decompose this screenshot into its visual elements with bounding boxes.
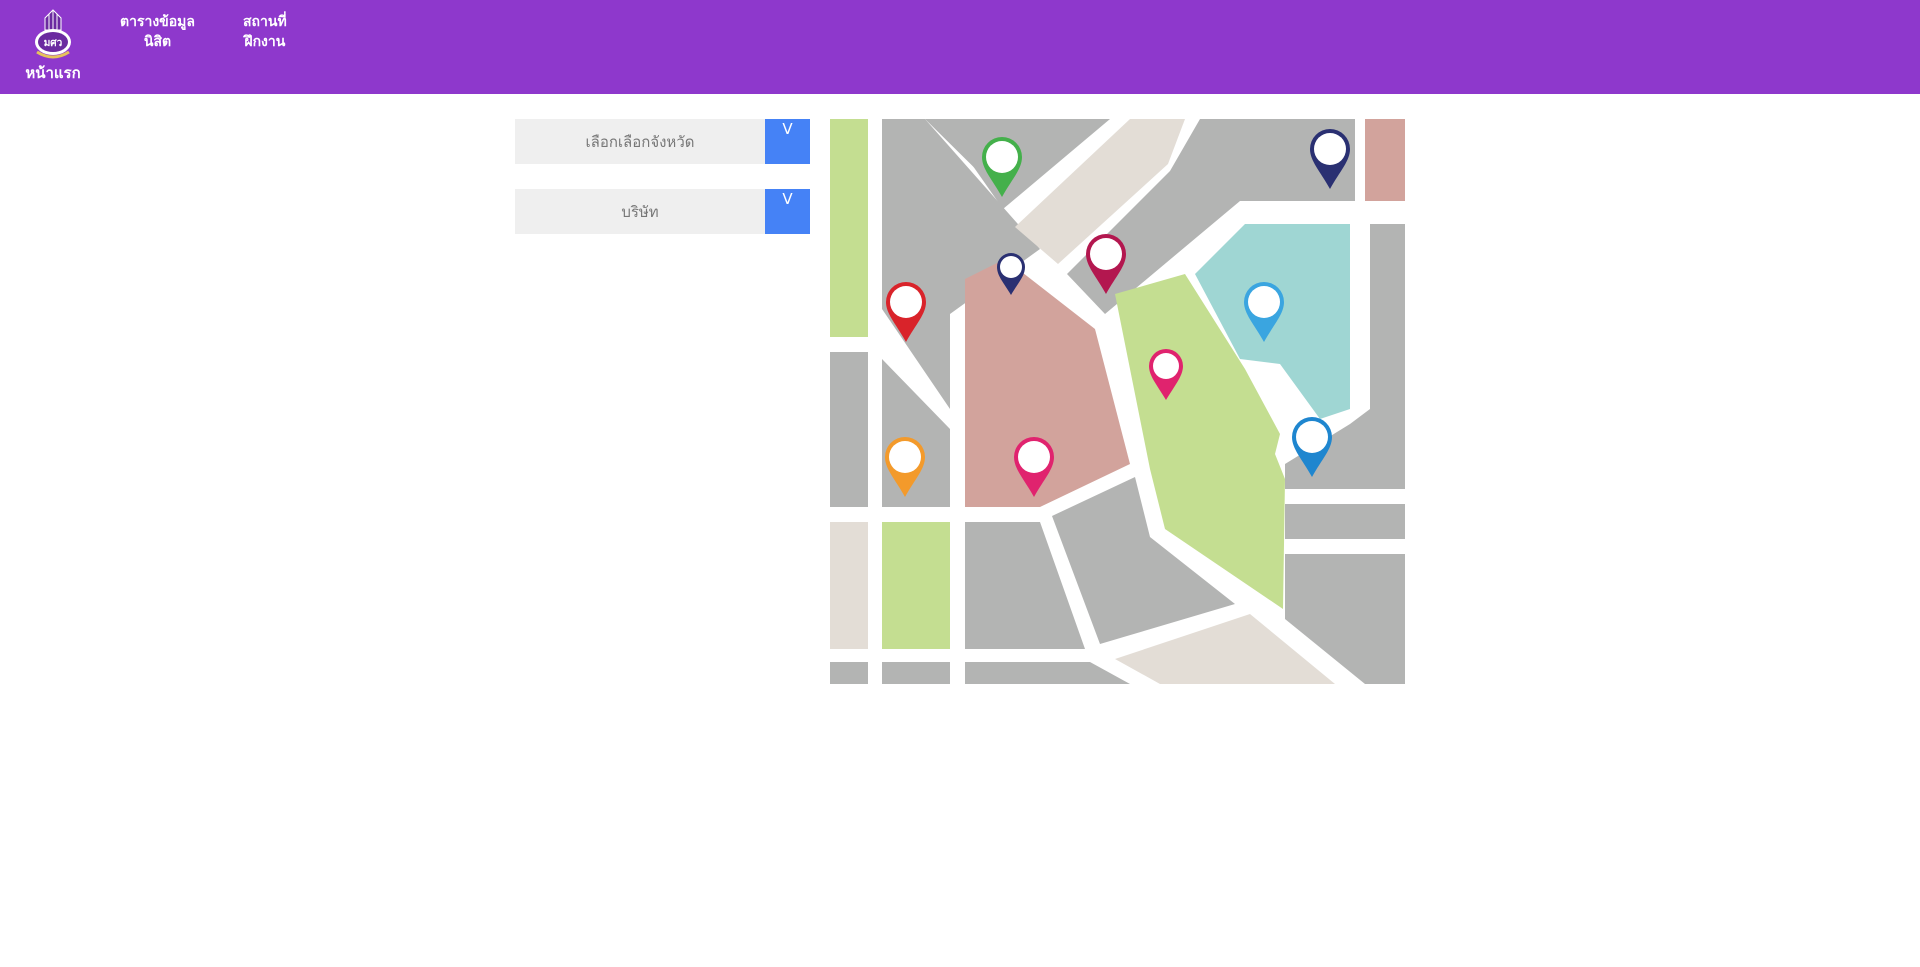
top-navigation-bar: มศว หน้าแรก ตารางข้อมูล นิสิต สถานที่ ฝึ… [0,0,1920,94]
company-select[interactable]: บริษัท V [515,189,810,234]
home-label: หน้าแรก [25,64,81,82]
map-graphic [830,119,1405,684]
nav-internship-place-line1: สถานที่ [243,14,287,30]
nav-student-data[interactable]: ตารางข้อมูล นิสิต [120,12,195,52]
nav-student-data-line2: นิสิต [143,34,172,50]
nav-internship-place-line2: ฝึกงาน [244,34,286,50]
home-link[interactable]: มศว หน้าแรก [14,8,92,81]
university-logo-icon: มศว [35,9,71,59]
province-select[interactable]: เลือกเลือกจังหวัด V [515,119,810,164]
svg-text:มศว: มศว [44,38,63,49]
province-dropdown-button[interactable]: V [765,119,810,164]
map-illustration [830,119,1405,684]
nav-internship-place[interactable]: สถานที่ ฝึกงาน [243,12,287,52]
company-select-value[interactable]: บริษัท [515,189,765,234]
nav-student-data-line1: ตารางข้อมูล [120,14,195,30]
province-select-value[interactable]: เลือกเลือกจังหวัด [515,119,765,164]
company-dropdown-button[interactable]: V [765,189,810,234]
